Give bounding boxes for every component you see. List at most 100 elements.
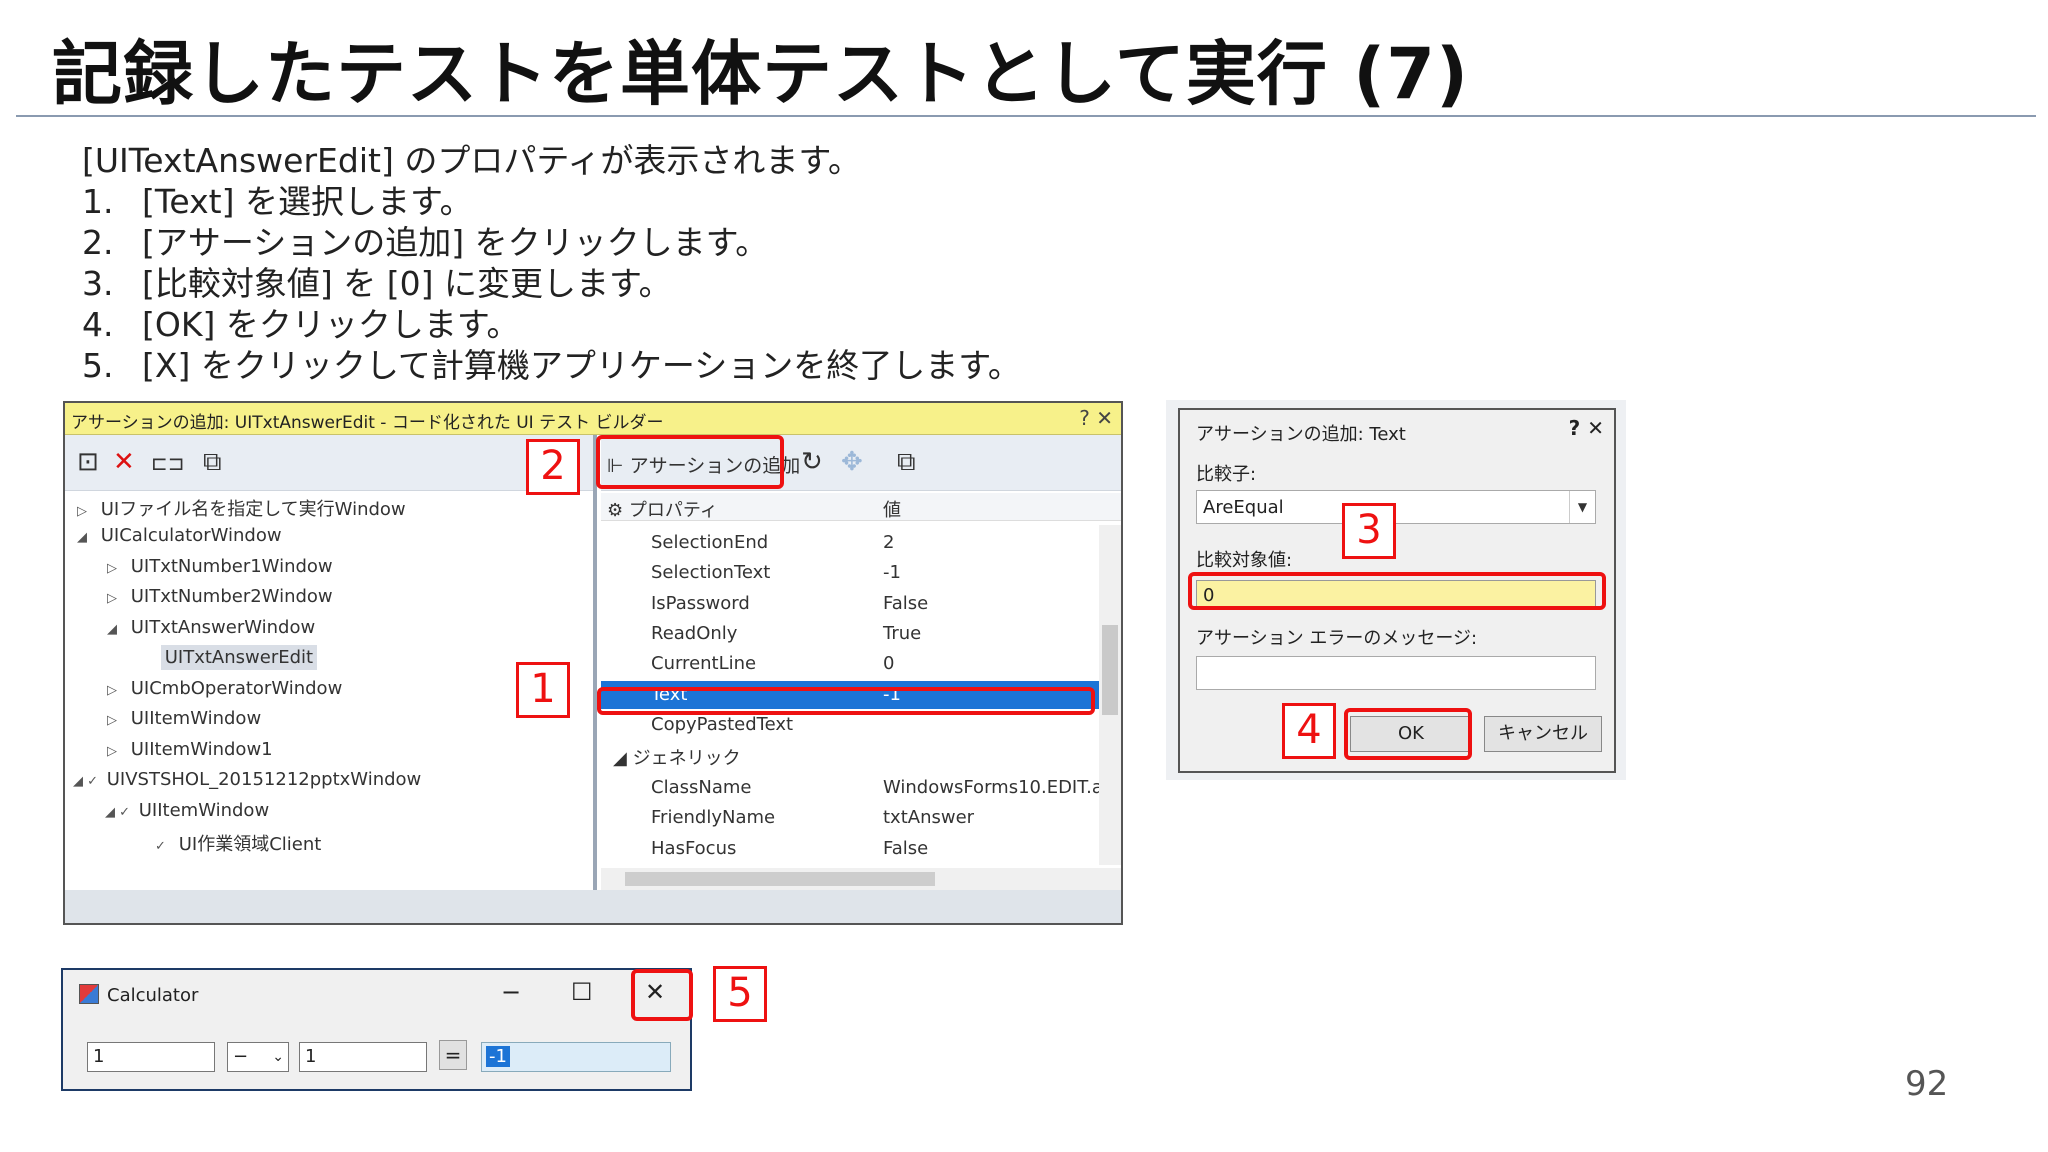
comparator-select[interactable]: AreEqual ▼ bbox=[1196, 490, 1596, 524]
intro-line: [UITextAnswerEdit] のプロパティが表示されます。 bbox=[82, 140, 1021, 181]
step-text: [X] をクリックして計算機アプリケーションを終了します。 bbox=[142, 346, 1021, 385]
number1-input[interactable]: 1 bbox=[87, 1042, 215, 1072]
equals-button[interactable]: = bbox=[439, 1040, 467, 1070]
properties-vertical-scrollbar[interactable] bbox=[1099, 525, 1121, 865]
tree-item-selected[interactable]: UITxtAnswerEdit bbox=[137, 645, 318, 670]
highlight-compare-value bbox=[1188, 572, 1606, 610]
property-value: False bbox=[883, 593, 929, 614]
tree-item-label: UICalculatorWindow bbox=[100, 525, 282, 546]
maximize-button[interactable]: ☐ bbox=[571, 978, 593, 1006]
property-row[interactable]: SelectionText -1 bbox=[601, 559, 1101, 587]
tree-expander-icon[interactable]: ▷ bbox=[107, 591, 125, 606]
builder-title-controls[interactable]: ? ✕ bbox=[1079, 406, 1113, 430]
tree-item[interactable]: ◢ ✓ UIVSTSHOL_20151212pptxWindow bbox=[73, 769, 421, 790]
tree-expander-icon[interactable]: ▷ bbox=[107, 744, 125, 759]
comparator-label: 比較子: bbox=[1196, 464, 1257, 485]
step-number: 5. bbox=[82, 346, 114, 385]
tree-item[interactable]: ◢ ✓ UIItemWindow bbox=[105, 800, 269, 821]
answer-output[interactable]: -1 bbox=[481, 1042, 671, 1072]
tree-item[interactable]: ▷ UIItemWindow1 bbox=[107, 739, 273, 760]
callout-2: 2 bbox=[526, 439, 580, 495]
chevron-down-icon[interactable]: ▼ bbox=[1569, 491, 1595, 523]
chevron-down-icon[interactable]: ⌄ bbox=[272, 1043, 284, 1071]
property-value: -1 bbox=[883, 562, 901, 583]
tree-item[interactable]: ▷ UITxtNumber1Window bbox=[107, 556, 333, 577]
scrollbar-thumb[interactable] bbox=[1102, 625, 1118, 715]
tree-item[interactable]: ▷ UICmbOperatorWindow bbox=[107, 678, 342, 699]
minimize-button[interactable]: − bbox=[501, 978, 521, 1006]
tree-toolbar: ⊡ ✕ ⊏⊐ ⧉ bbox=[65, 435, 593, 491]
step-text: [Text] を選択します。 bbox=[142, 182, 473, 221]
callout-1: 1 bbox=[516, 662, 570, 718]
tree-expander-icon[interactable]: ◢ ✓ bbox=[73, 774, 101, 789]
highlight-text-row bbox=[597, 687, 1095, 715]
property-name: IsPassword bbox=[651, 593, 750, 614]
tree-item[interactable]: ▷ UIファイル名を指定して実行Window bbox=[77, 495, 406, 521]
property-name: SelectionText bbox=[651, 562, 771, 583]
error-message-input[interactable] bbox=[1196, 656, 1596, 690]
property-row[interactable]: IsPassword False bbox=[601, 590, 1101, 618]
tree-expander-icon[interactable]: ▷ bbox=[77, 504, 95, 519]
copy-icon[interactable]: ⧉ bbox=[897, 447, 916, 478]
rename-icon[interactable]: ⊏⊐ bbox=[151, 451, 185, 475]
property-name: SelectionEnd bbox=[651, 532, 769, 553]
cancel-button[interactable]: キャンセル bbox=[1484, 716, 1602, 752]
tree-expander-icon[interactable]: ◢ bbox=[77, 530, 95, 545]
tree-item-label: UIVSTSHOL_20151212pptxWindow bbox=[106, 769, 422, 790]
number2-input[interactable]: 1 bbox=[299, 1042, 427, 1072]
property-row[interactable]: CopyPastedText bbox=[601, 711, 1101, 739]
tree-expander-icon[interactable]: ▷ bbox=[107, 683, 125, 698]
refresh-icon[interactable]: ↻ bbox=[801, 447, 823, 477]
property-row[interactable]: HasFocus False bbox=[601, 835, 1101, 863]
step-text: [アサーションの追加] をクリックします。 bbox=[142, 223, 769, 262]
step-number: 2. bbox=[82, 223, 114, 262]
tree-item[interactable]: ◢ UICalculatorWindow bbox=[77, 525, 282, 546]
tree-expander-icon[interactable]: ▷ bbox=[107, 713, 125, 728]
column-header-value: 値 bbox=[883, 500, 901, 521]
tree-item[interactable]: ▷ UITxtNumber2Window bbox=[107, 586, 333, 607]
operator-select[interactable]: − ⌄ bbox=[227, 1042, 289, 1072]
step-1: 1. [Text] を選択します。 bbox=[82, 181, 1021, 222]
tree-item-label: UITxtNumber1Window bbox=[130, 556, 333, 577]
tree-item[interactable]: ◢ UITxtAnswerWindow bbox=[107, 617, 315, 638]
instructions: [UITextAnswerEdit] のプロパティが表示されます。 1. [Tex… bbox=[82, 140, 1021, 386]
property-value: txtAnswer bbox=[883, 807, 975, 828]
property-name: FriendlyName bbox=[651, 807, 776, 828]
property-row[interactable]: SelectionEnd 2 bbox=[601, 529, 1101, 557]
comparator-value: AreEqual bbox=[1203, 497, 1284, 518]
page-number: 92 bbox=[1905, 1064, 1949, 1104]
builder-title: アサーションの追加: UITxtAnswerEdit - コード化された UI … bbox=[71, 413, 664, 433]
property-row[interactable]: ReadOnly True bbox=[601, 620, 1101, 648]
property-row[interactable]: CurrentLine 0 bbox=[601, 650, 1101, 678]
tree-item-label: UICmbOperatorWindow bbox=[130, 678, 343, 699]
highlight-ok-button bbox=[1344, 708, 1472, 760]
tree-item-label: UIItemWindow bbox=[130, 708, 262, 729]
tree-item[interactable]: ▷ UIItemWindow bbox=[107, 708, 261, 729]
tree-expander-icon[interactable]: ▷ bbox=[107, 561, 125, 576]
property-name: CurrentLine bbox=[651, 653, 757, 674]
tree-item-label: UI作業領域Client bbox=[178, 834, 322, 855]
answer-value: -1 bbox=[486, 1046, 510, 1067]
new-icon[interactable]: ⊡ bbox=[77, 447, 99, 477]
property-group-generic[interactable]: ◢ ジェネリック bbox=[601, 741, 1101, 769]
property-row[interactable]: ClassName WindowsForms10.EDIT.a bbox=[601, 774, 1103, 802]
builder-titlebar: アサーションの追加: UITxtAnswerEdit - コード化された UI … bbox=[65, 403, 1121, 435]
calculator-titlebar: Calculator bbox=[79, 984, 198, 1006]
copy-icon[interactable]: ⧉ bbox=[203, 447, 222, 478]
tree-expander-icon[interactable]: ◢ ✓ bbox=[105, 805, 133, 820]
dialog-title-controls[interactable]: ? ✕ bbox=[1569, 416, 1604, 440]
tree-item[interactable]: ✓ UI作業領域Client bbox=[155, 830, 321, 856]
properties-horizontal-scrollbar[interactable] bbox=[601, 868, 1121, 890]
scrollbar-thumb[interactable] bbox=[625, 872, 935, 886]
callout-4: 4 bbox=[1282, 703, 1336, 759]
properties-pane: ⊩ アサーションの追加 ↻ ✥ ⧉ ⚙ プロパティ 値 SelectionEnd… bbox=[601, 435, 1121, 890]
property-value: 2 bbox=[883, 532, 895, 553]
callout-5: 5 bbox=[713, 966, 767, 1022]
property-row[interactable]: FriendlyName txtAnswer bbox=[601, 804, 1101, 832]
step-5: 5. [X] をクリックして計算機アプリケーションを終了します。 bbox=[82, 345, 1021, 386]
tree-expander-icon[interactable]: ◢ bbox=[107, 622, 125, 637]
collapse-arrow-icon[interactable]: ◢ bbox=[613, 748, 627, 769]
delete-icon[interactable]: ✕ bbox=[113, 447, 135, 477]
step-4: 4. [OK] をクリックします。 bbox=[82, 304, 1021, 345]
tree-item-label: UIItemWindow1 bbox=[130, 739, 273, 760]
